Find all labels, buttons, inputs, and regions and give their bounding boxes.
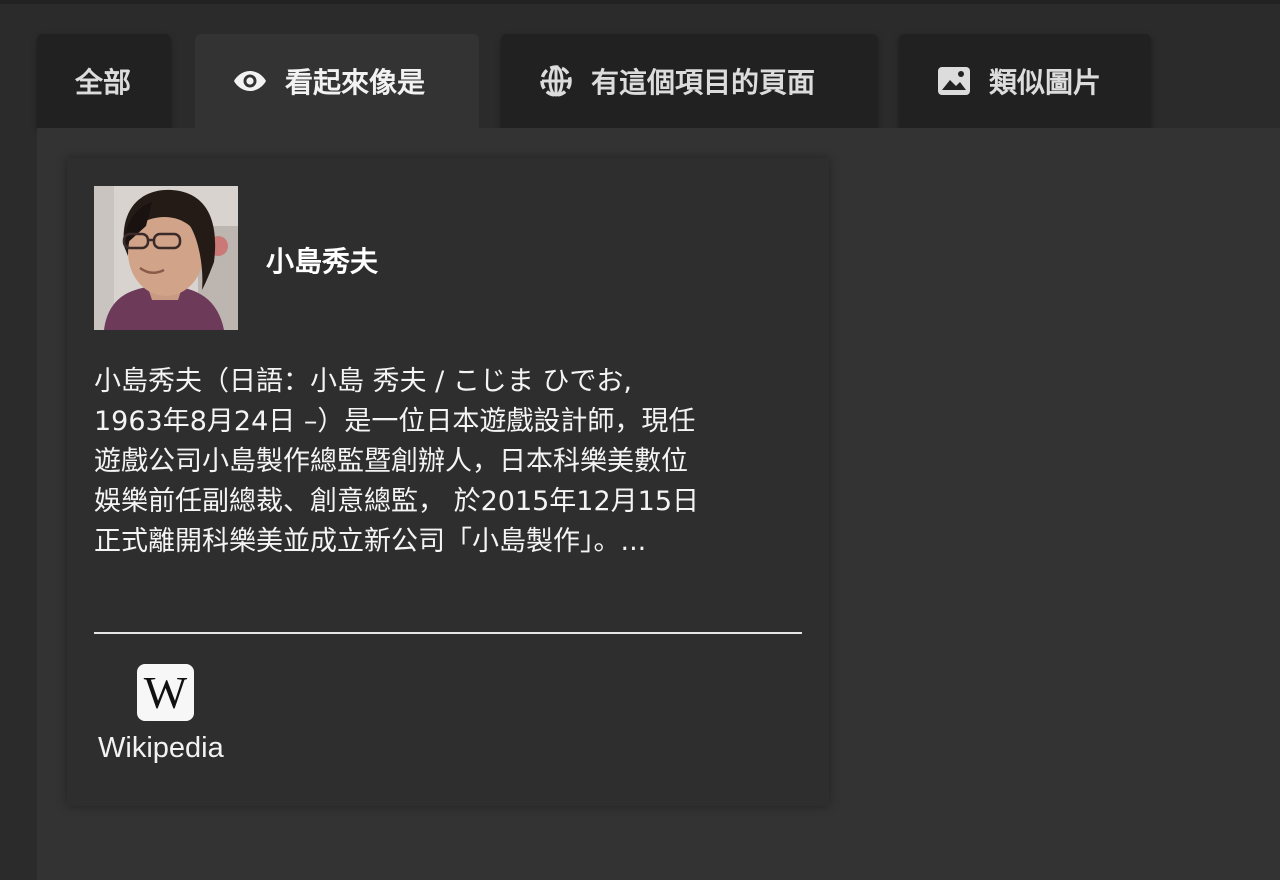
tab-looks-like-label: 看起來像是 — [285, 66, 426, 99]
wikipedia-logo-icon: W — [137, 664, 194, 721]
description-line: 正式離開科樂美並成立新公司「小島製作」。... — [94, 526, 647, 557]
divider — [94, 632, 802, 634]
source-label: Wikipedia — [98, 732, 224, 764]
tab-all-label: 全部 — [75, 66, 132, 99]
eye-icon — [233, 64, 267, 98]
description-line: 小島秀夫（日語：小島 秀夫 / こじま ひでお, — [94, 366, 633, 397]
tab-pages-with-item[interactable]: 有這個項目的頁面 — [501, 34, 878, 128]
entity-name[interactable]: 小島秀夫 — [266, 240, 378, 280]
avatar[interactable] — [94, 186, 238, 330]
top-bar — [0, 0, 1280, 4]
tab-similar-images[interactable]: 類似圖片 — [899, 34, 1151, 128]
description-line: 遊戲公司小島製作總監暨創辦人，日本科樂美數位 — [94, 446, 688, 477]
globe-dots-icon — [539, 64, 573, 98]
tab-all[interactable]: 全部 — [37, 34, 171, 128]
knowledge-card: 小島秀夫 小島秀夫（日語：小島 秀夫 / こじま ひでお, 1963年8月24日… — [67, 158, 829, 806]
results-panel: 小島秀夫 小島秀夫（日語：小島 秀夫 / こじま ひでお, 1963年8月24日… — [37, 128, 1280, 880]
description-line: 娛樂前任副總裁、創意總監， 於2015年12月15日 — [94, 486, 700, 517]
tab-similar-label: 類似圖片 — [989, 66, 1102, 99]
tab-looks-like[interactable]: 看起來像是 — [195, 34, 479, 128]
image-icon — [937, 64, 971, 98]
entity-description: 小島秀夫（日語：小島 秀夫 / こじま ひでお, 1963年8月24日 –）是一… — [94, 362, 794, 562]
description-line: 1963年8月24日 –）是一位日本遊戲設計師，現任 — [94, 406, 696, 437]
tab-pages-label: 有這個項目的頁面 — [591, 66, 816, 99]
